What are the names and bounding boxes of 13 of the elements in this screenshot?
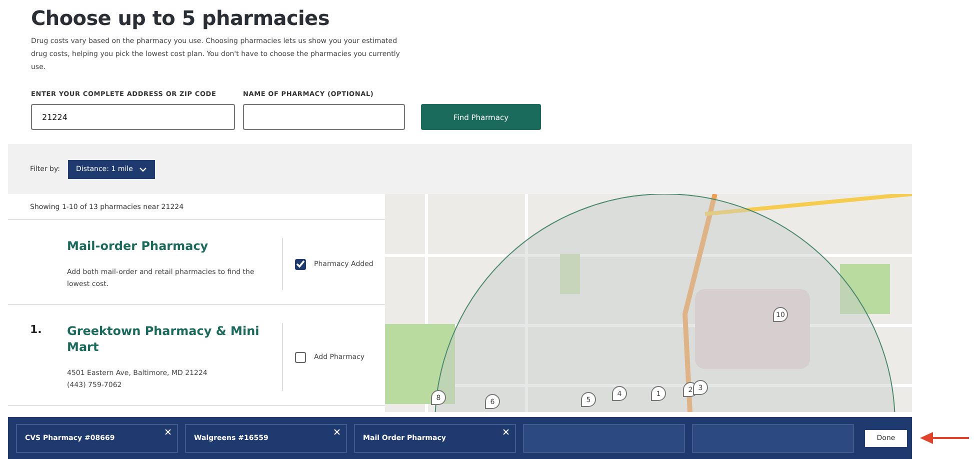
close-icon[interactable] [334, 428, 340, 434]
result-number: 1. [30, 323, 42, 336]
close-icon[interactable] [165, 428, 171, 434]
pharmacy-checkbox[interactable] [295, 258, 306, 270]
close-icon[interactable] [503, 428, 509, 434]
pharmacy-name[interactable]: Mail-order Pharmacy [67, 238, 272, 254]
chevron-down-icon [138, 166, 147, 172]
pharmacy-checkbox[interactable] [295, 352, 306, 362]
page-title: Choose up to 5 pharmacies [31, 6, 330, 30]
pharmacy-name-input[interactable] [243, 104, 405, 130]
address-input[interactable]: 21224 [31, 104, 235, 130]
arrow-icon [920, 432, 970, 444]
pharmacy-name[interactable]: Greektown Pharmacy & Mini Mart [67, 323, 272, 355]
